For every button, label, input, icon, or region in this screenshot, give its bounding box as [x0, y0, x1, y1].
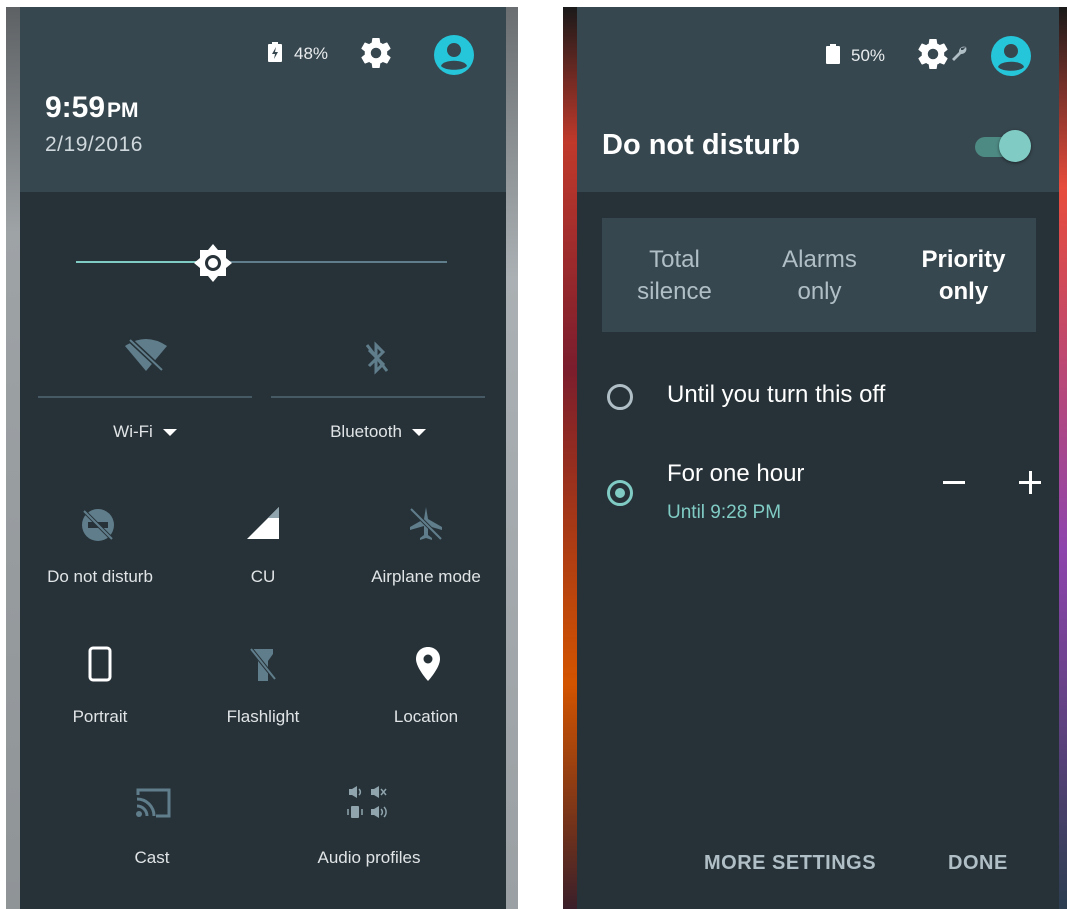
cast-tile-label[interactable]: Cast: [82, 848, 222, 868]
bluetooth-label-text: Bluetooth: [330, 422, 402, 441]
notification-shade: 50% Do not disturb Total silence Alarms on…: [577, 7, 1059, 909]
done-button[interactable]: DONE: [948, 852, 1008, 875]
avatar[interactable]: [433, 34, 475, 81]
cell-signal-icon[interactable]: [246, 506, 280, 545]
mode-line2: only: [797, 278, 842, 305]
mode-alarms-only[interactable]: Alarms only: [747, 244, 892, 308]
wallpaper-edge: [1059, 7, 1067, 909]
flashlight-tile-label[interactable]: Flashlight: [193, 707, 333, 727]
bluetooth-off-icon[interactable]: [365, 341, 389, 380]
wifi-off-icon[interactable]: [124, 338, 168, 377]
battery-icon: [826, 44, 840, 69]
account-icon: [434, 35, 474, 75]
airplane-off-icon[interactable]: [408, 505, 444, 548]
do-not-disturb-off-icon[interactable]: [80, 507, 116, 548]
option-until-off-label[interactable]: Until you turn this off: [667, 381, 885, 409]
minus-icon: [943, 481, 965, 484]
mode-line2: only: [938, 278, 989, 305]
portrait-phone-icon[interactable]: [88, 646, 112, 687]
dnd-toggle-thumb[interactable]: [999, 130, 1031, 162]
plus-icon: [1029, 471, 1032, 494]
brightness-icon[interactable]: [193, 243, 233, 288]
option-one-hour-sublabel: Until 9:28 PM: [667, 502, 782, 523]
avatar[interactable]: [990, 35, 1032, 82]
option-one-hour-label[interactable]: For one hour: [667, 460, 804, 488]
flashlight-off-icon[interactable]: [249, 647, 277, 688]
background-edge: [506, 7, 518, 909]
do-not-disturb-panel: 50% Do not disturb Total silence Alarms on…: [563, 7, 1067, 909]
wifi-label[interactable]: Wi-Fi: [38, 422, 252, 442]
date[interactable]: 2/19/2016: [45, 133, 143, 157]
gear-icon[interactable]: [358, 35, 394, 76]
radio-until-off[interactable]: [607, 384, 633, 410]
tile-divider: [271, 396, 485, 398]
mode-line2: silence: [637, 278, 712, 305]
clock[interactable]: 9:59PM: [45, 91, 139, 125]
cast-icon[interactable]: [134, 787, 172, 824]
wallpaper-edge: [563, 7, 577, 909]
status-row: 48%: [20, 31, 506, 79]
airplane-tile-label[interactable]: Airplane mode: [356, 567, 496, 587]
quick-settings-panel: 48% 9:59PM 2/19/2016 Wi-Fi Bluetooth Do …: [6, 7, 518, 909]
shade-header: 50% Do not disturb: [577, 7, 1059, 192]
background-edge: [6, 7, 20, 909]
account-icon: [991, 36, 1031, 76]
chevron-down-icon: [162, 429, 177, 437]
shade-header: 48% 9:59PM 2/19/2016: [20, 7, 506, 192]
wrench-icon: [950, 45, 968, 68]
mode-total-silence[interactable]: Total silence: [602, 244, 747, 308]
audio-profiles-icon[interactable]: [347, 785, 391, 826]
radio-one-hour[interactable]: [607, 480, 633, 506]
mode-line1: Alarms: [782, 246, 857, 273]
portrait-tile-label[interactable]: Portrait: [30, 707, 170, 727]
cu-tile-label[interactable]: CU: [193, 567, 333, 587]
location-tile-label[interactable]: Location: [356, 707, 496, 727]
battery-percent: 48%: [294, 44, 329, 63]
clock-time: 9:59: [45, 91, 106, 124]
mode-priority-only[interactable]: Priority only: [891, 244, 1036, 308]
more-settings-button[interactable]: MORE SETTINGS: [704, 852, 876, 875]
dnd-mode-selector: Total silence Alarms only Priority only: [602, 218, 1036, 332]
dnd-tile-label[interactable]: Do not disturb: [30, 567, 170, 587]
tile-divider: [38, 396, 252, 398]
notification-shade: 48% 9:59PM 2/19/2016 Wi-Fi Bluetooth Do …: [20, 7, 506, 909]
battery-percent: 50%: [851, 46, 886, 65]
clock-ampm: PM: [107, 99, 139, 122]
bluetooth-label[interactable]: Bluetooth: [271, 422, 485, 442]
gear-icon[interactable]: [915, 36, 951, 77]
location-icon[interactable]: [415, 646, 441, 687]
battery-charging-icon: [268, 42, 282, 67]
page-title: Do not disturb: [602, 129, 801, 161]
audio-profiles-tile-label[interactable]: Audio profiles: [299, 848, 439, 868]
mode-line1: Total: [649, 246, 700, 273]
chevron-down-icon: [411, 429, 426, 437]
wifi-label-text: Wi-Fi: [113, 422, 153, 441]
mode-line1: Priority: [921, 246, 1006, 273]
brightness-track[interactable]: [213, 261, 447, 263]
